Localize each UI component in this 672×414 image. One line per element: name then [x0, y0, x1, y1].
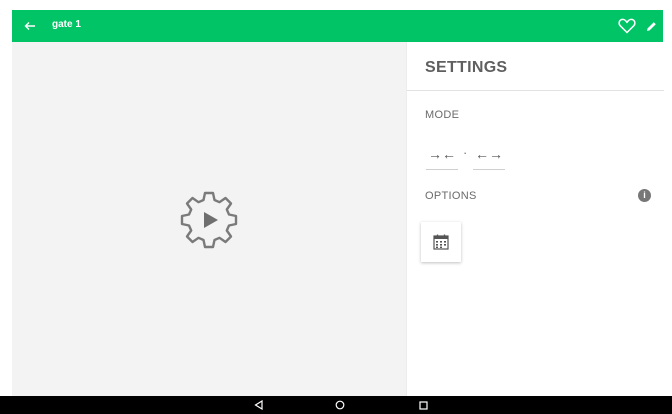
gear-play-icon: [180, 191, 238, 249]
divider: [407, 90, 664, 91]
nav-back-icon: [253, 400, 263, 410]
options-label: OPTIONS: [425, 190, 477, 202]
favorite-button[interactable]: [616, 15, 638, 37]
nav-back-button[interactable]: [251, 399, 265, 411]
arrows-inward-icon: →←: [428, 146, 456, 162]
back-button[interactable]: [20, 16, 40, 36]
arrows-outward-icon: ←→: [475, 146, 503, 162]
system-nav-bar: [0, 396, 672, 414]
nav-home-icon: [335, 400, 345, 410]
page-title: gate 1: [52, 19, 81, 30]
heart-outline-icon: [618, 18, 636, 34]
mode-option-outward[interactable]: ←→: [473, 143, 505, 170]
mode-label: MODE: [425, 109, 460, 121]
nav-home-button[interactable]: [333, 399, 347, 411]
nav-recents-icon: [418, 400, 428, 410]
settings-title: SETTINGS: [425, 59, 508, 76]
nav-recents-button[interactable]: [416, 399, 430, 411]
mode-separator: ·: [463, 145, 468, 160]
info-icon[interactable]: i: [638, 189, 651, 202]
arrow-left-icon: [24, 22, 35, 30]
pencil-icon: [646, 21, 656, 31]
mode-option-underline: [426, 169, 458, 170]
mode-option-inward[interactable]: →←: [426, 143, 458, 170]
settings-panel: SETTINGS MODE →← · ←→ OPTIONS i: [406, 42, 664, 396]
mode-option-underline: [473, 169, 505, 170]
camera-preview-area: [12, 42, 406, 396]
start-preview-button[interactable]: [180, 191, 238, 249]
schedule-button[interactable]: [421, 222, 461, 262]
edit-button[interactable]: [642, 16, 660, 36]
calendar-icon: [433, 234, 449, 250]
top-app-bar: gate 1: [12, 10, 663, 42]
app-screen: gate 1 SETTINGS MODE →← · ←→ OPTIONS i: [0, 0, 672, 414]
